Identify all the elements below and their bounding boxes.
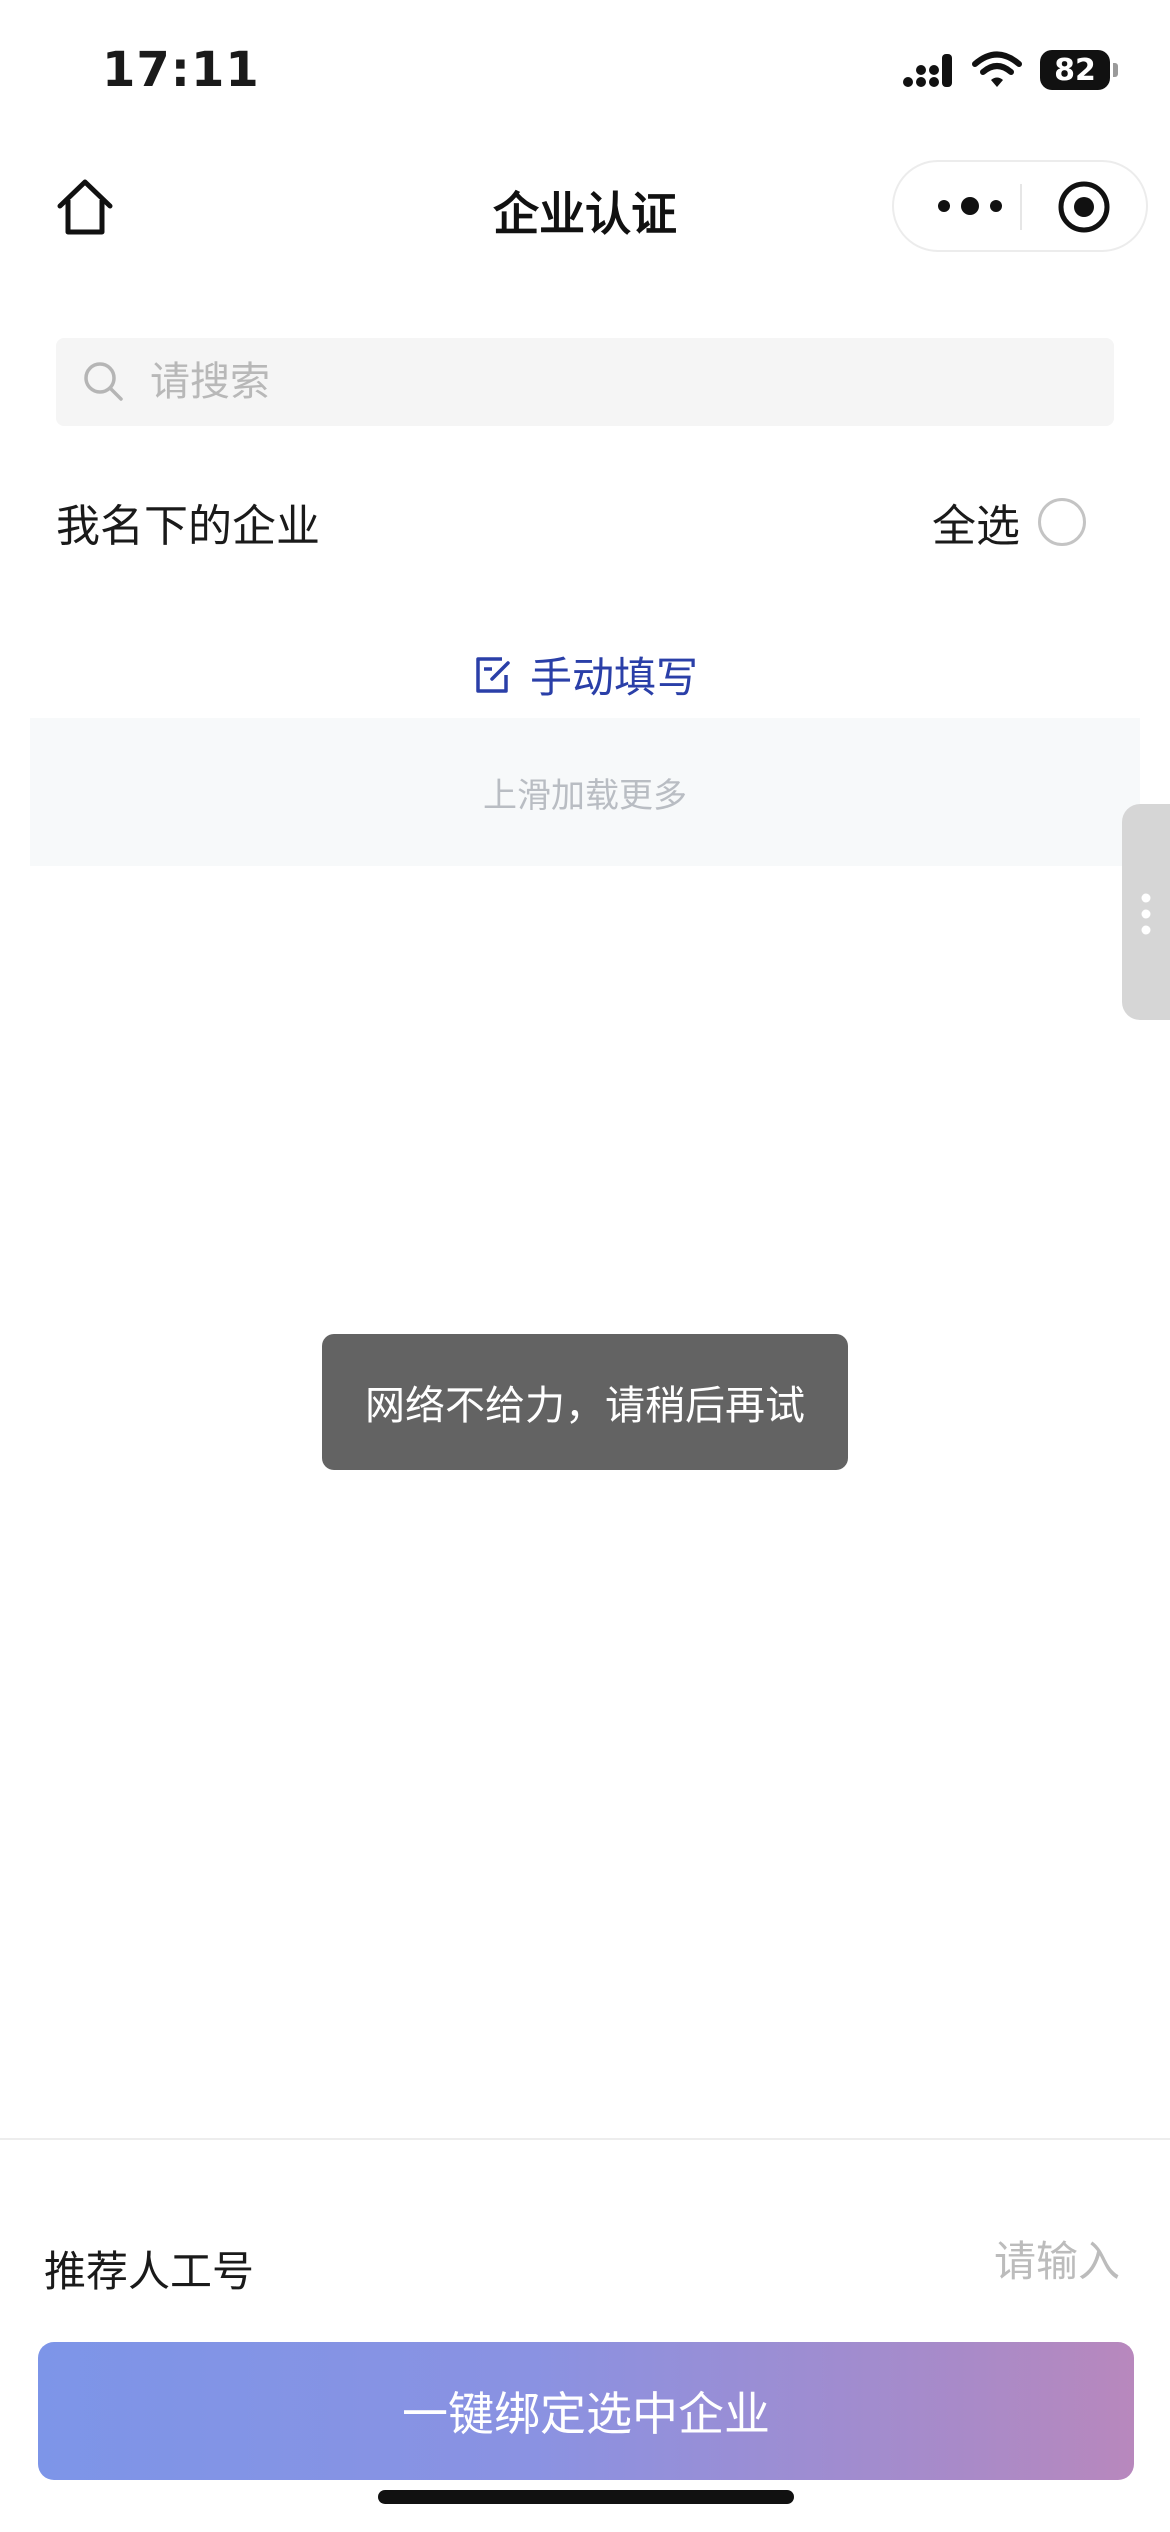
select-all-radio[interactable] bbox=[1038, 498, 1086, 546]
capsule-divider bbox=[1020, 184, 1022, 230]
manual-fill-link[interactable]: 手动填写 bbox=[0, 644, 1170, 705]
section-title: 我名下的企业 bbox=[56, 501, 320, 552]
toast-text: 网络不给力，请稍后再试 bbox=[365, 1383, 805, 1429]
select-all-label: 全选 bbox=[932, 501, 1020, 552]
vertical-dots-icon bbox=[1141, 893, 1151, 935]
nav-bar: 企业认证 bbox=[0, 150, 1170, 262]
status-time: 17:11 bbox=[102, 42, 260, 98]
wifi-icon bbox=[972, 51, 1022, 87]
miniprogram-capsule bbox=[892, 160, 1148, 252]
load-more-text: 上滑加载更多 bbox=[483, 775, 687, 816]
toast-message: 网络不给力，请稍后再试 bbox=[322, 1334, 848, 1470]
battery-level: 82 bbox=[1054, 52, 1096, 88]
bottom-divider bbox=[0, 2138, 1170, 2140]
close-miniprogram-icon[interactable] bbox=[1057, 180, 1111, 234]
referrer-label: 推荐人工号 bbox=[44, 2247, 255, 2296]
search-bar[interactable] bbox=[56, 338, 1114, 426]
bind-selected-button[interactable]: 一键绑定选中企业 bbox=[38, 2342, 1134, 2480]
manual-fill-label: 手动填写 bbox=[529, 653, 698, 702]
search-input[interactable] bbox=[150, 338, 1090, 426]
search-icon bbox=[84, 362, 123, 401]
battery-icon: 82 bbox=[1040, 50, 1118, 90]
side-drawer-handle[interactable] bbox=[1122, 804, 1170, 1020]
cellular-signal-icon bbox=[903, 54, 952, 87]
more-dots-icon[interactable] bbox=[930, 182, 1010, 230]
status-bar: 17:11 82 bbox=[0, 0, 1170, 140]
load-more-hint: 上滑加载更多 bbox=[30, 718, 1140, 866]
referrer-id-input[interactable] bbox=[720, 2226, 1120, 2296]
home-indicator[interactable] bbox=[378, 2490, 794, 2504]
status-icons: 82 bbox=[902, 50, 1118, 90]
edit-icon bbox=[476, 656, 510, 693]
select-all-toggle[interactable]: 全选 bbox=[932, 490, 1086, 554]
